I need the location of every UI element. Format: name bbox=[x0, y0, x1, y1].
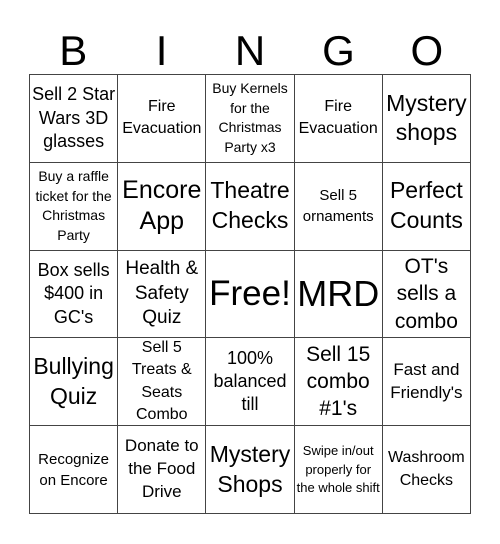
bingo-cell[interactable]: Box sells $400 in GC's bbox=[30, 250, 119, 339]
bingo-cell[interactable]: Fast and Friendly's bbox=[382, 338, 471, 427]
bingo-card: Sell 2 Star Wars 3D glasses Fire Evacuat… bbox=[29, 74, 471, 514]
header-letter-o: O bbox=[410, 27, 444, 74]
bingo-cell[interactable]: Recognize on Encore bbox=[30, 426, 119, 514]
bingo-cell[interactable]: Swipe in/out properly for the whole shif… bbox=[294, 426, 383, 514]
bingo-cell[interactable]: MRD bbox=[294, 250, 383, 339]
bingo-cell[interactable]: Sell 2 Star Wars 3D glasses bbox=[30, 75, 119, 163]
header-letter-b: B bbox=[59, 27, 88, 74]
bingo-header: B I N G O bbox=[29, 28, 471, 74]
bingo-cell[interactable]: OT's sells a combo bbox=[382, 250, 471, 339]
bingo-cell[interactable]: 100% balanced till bbox=[206, 338, 295, 427]
bingo-cell[interactable]: Donate to the Food Drive bbox=[118, 426, 207, 514]
bingo-cell[interactable]: Washroom Checks bbox=[382, 426, 471, 514]
bingo-cell[interactable]: Buy a raffle ticket for the Christmas Pa… bbox=[30, 162, 119, 251]
bingo-cell[interactable]: Mystery shops bbox=[382, 75, 471, 163]
header-letter-g: G bbox=[322, 27, 355, 74]
header-letter-i: I bbox=[155, 27, 168, 74]
bingo-cell[interactable]: Fire Evacuation bbox=[118, 75, 207, 163]
bingo-cell[interactable]: Bullying Quiz bbox=[30, 338, 119, 427]
bingo-cell[interactable]: Health & Safety Quiz bbox=[118, 250, 207, 339]
bingo-cell[interactable]: Sell 5 ornaments bbox=[294, 162, 383, 251]
bingo-cell[interactable]: Mystery Shops bbox=[206, 426, 295, 514]
bingo-cell[interactable]: Perfect Counts bbox=[382, 162, 471, 251]
bingo-cell[interactable]: Sell 15 combo #1's bbox=[294, 338, 383, 427]
bingo-cell[interactable]: Buy Kernels for the Christmas Party x3 bbox=[206, 75, 295, 163]
bingo-cell[interactable]: Sell 5 Treats & Seats Combo bbox=[118, 338, 207, 427]
bingo-cell[interactable]: Fire Evacuation bbox=[294, 75, 383, 163]
bingo-cell[interactable]: Encore App bbox=[118, 162, 207, 251]
free-space[interactable]: Free! bbox=[206, 250, 295, 339]
header-letter-n: N bbox=[234, 27, 266, 74]
bingo-cell[interactable]: Theatre Checks bbox=[206, 162, 295, 251]
